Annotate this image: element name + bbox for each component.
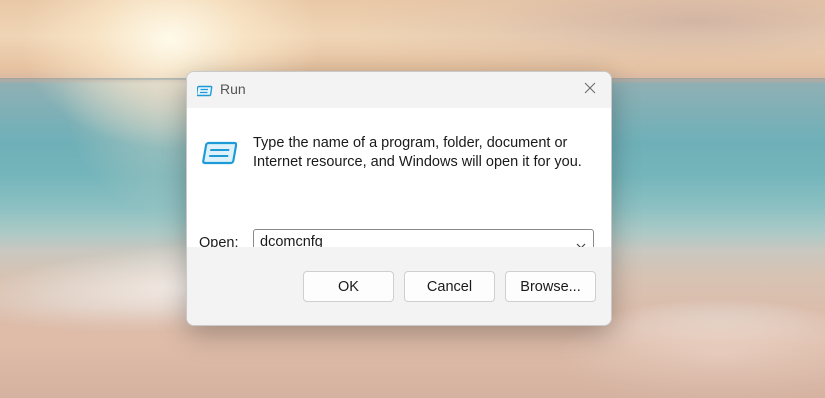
dialog-description: Type the name of a program, folder, docu… [253,134,593,172]
cancel-button[interactable]: Cancel [404,271,495,302]
run-dialog: Run Type the name of a program, folder, … [186,71,612,326]
ok-button[interactable]: OK [303,271,394,302]
clouds [360,0,825,80]
dialog-footer: OK Cancel Browse... [187,247,611,325]
close-icon [584,81,596,99]
description-line: Internet resource, and Windows will open… [253,154,582,170]
title-bar[interactable]: Run [187,72,611,108]
close-button[interactable] [573,76,607,104]
description-line: Type the name of a program, folder, docu… [253,135,568,151]
dialog-title: Run [220,81,246,97]
run-icon [195,84,213,97]
dialog-content: Type the name of a program, folder, docu… [187,108,611,255]
run-icon [201,140,238,168]
browse-button[interactable]: Browse... [505,271,596,302]
